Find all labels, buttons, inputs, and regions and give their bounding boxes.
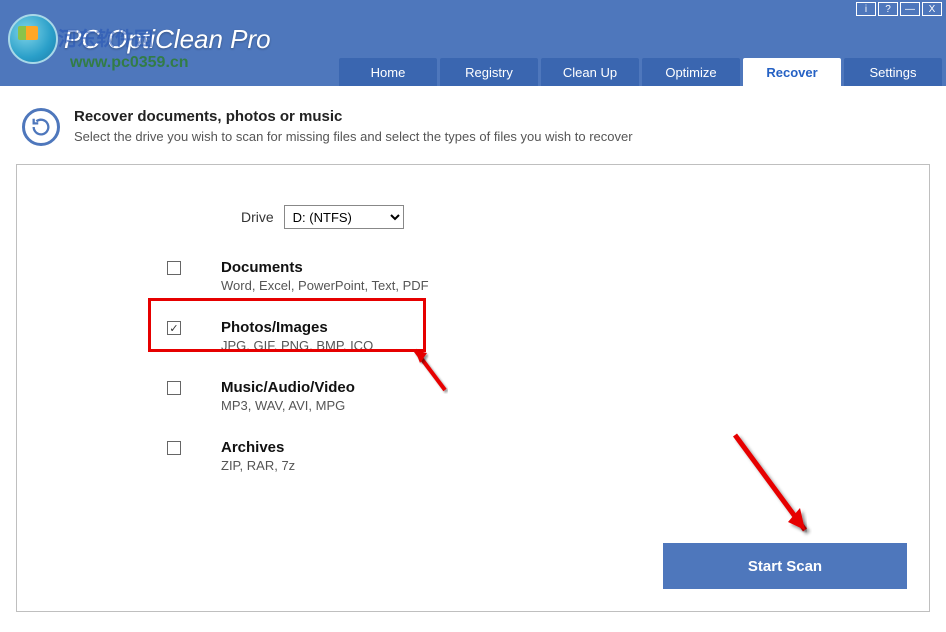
category-body: Documents Word, Excel, PowerPoint, Text,… (221, 259, 429, 293)
watermark-url: www.pc0359.cn (70, 54, 189, 72)
checkbox-music[interactable] (167, 381, 181, 395)
tab-recover[interactable]: Recover (743, 58, 841, 86)
info-button[interactable]: i (856, 2, 876, 16)
tab-registry[interactable]: Registry (440, 58, 538, 86)
category-desc: JPG, GIF, PNG, BMP, ICO (221, 338, 373, 353)
category-desc: Word, Excel, PowerPoint, Text, PDF (221, 278, 429, 293)
options-panel: Drive D: (NTFS) Documents Word, Excel, P… (16, 164, 930, 612)
category-title: Photos/Images (221, 319, 373, 336)
category-body: Music/Audio/Video MP3, WAV, AVI, MPG (221, 379, 355, 413)
category-documents: Documents Word, Excel, PowerPoint, Text,… (167, 259, 899, 293)
category-body: Archives ZIP, RAR, 7z (221, 439, 295, 473)
start-scan-button[interactable]: Start Scan (663, 543, 907, 589)
drive-row: Drive D: (NTFS) (241, 205, 899, 229)
intro-text: Recover documents, photos or music Selec… (74, 108, 633, 144)
category-archives: Archives ZIP, RAR, 7z (167, 439, 899, 473)
checkbox-archives[interactable] (167, 441, 181, 455)
category-desc: MP3, WAV, AVI, MPG (221, 398, 355, 413)
checkbox-photos[interactable]: ✓ (167, 321, 181, 335)
category-body: Photos/Images JPG, GIF, PNG, BMP, ICO (221, 319, 373, 353)
intro-sub: Select the drive you wish to scan for mi… (74, 129, 633, 144)
category-title: Archives (221, 439, 295, 456)
drive-select[interactable]: D: (NTFS) (284, 205, 404, 229)
category-photos: ✓ Photos/Images JPG, GIF, PNG, BMP, ICO (167, 319, 899, 353)
recover-icon (22, 108, 60, 146)
category-title: Documents (221, 259, 429, 276)
checkbox-documents[interactable] (167, 261, 181, 275)
help-button[interactable]: ? (878, 2, 898, 16)
category-title: Music/Audio/Video (221, 379, 355, 396)
header: PC OptiClean Pro 河东软件园 www.pc0359.cn Hom… (0, 18, 946, 86)
app-logo-icon (8, 14, 58, 64)
content: Recover documents, photos or music Selec… (0, 86, 946, 622)
tab-home[interactable]: Home (339, 58, 437, 86)
minimize-button[interactable]: — (900, 2, 920, 16)
category-desc: ZIP, RAR, 7z (221, 458, 295, 473)
close-button[interactable]: X (922, 2, 942, 16)
intro-heading: Recover documents, photos or music (74, 108, 633, 125)
tab-settings[interactable]: Settings (844, 58, 942, 86)
tab-bar: Home Registry Clean Up Optimize Recover … (339, 58, 942, 86)
watermark-cn: 河东软件园 (58, 24, 153, 51)
tab-optimize[interactable]: Optimize (642, 58, 740, 86)
intro: Recover documents, photos or music Selec… (16, 102, 930, 164)
category-music: Music/Audio/Video MP3, WAV, AVI, MPG (167, 379, 899, 413)
tab-cleanup[interactable]: Clean Up (541, 58, 639, 86)
drive-label: Drive (241, 209, 274, 225)
